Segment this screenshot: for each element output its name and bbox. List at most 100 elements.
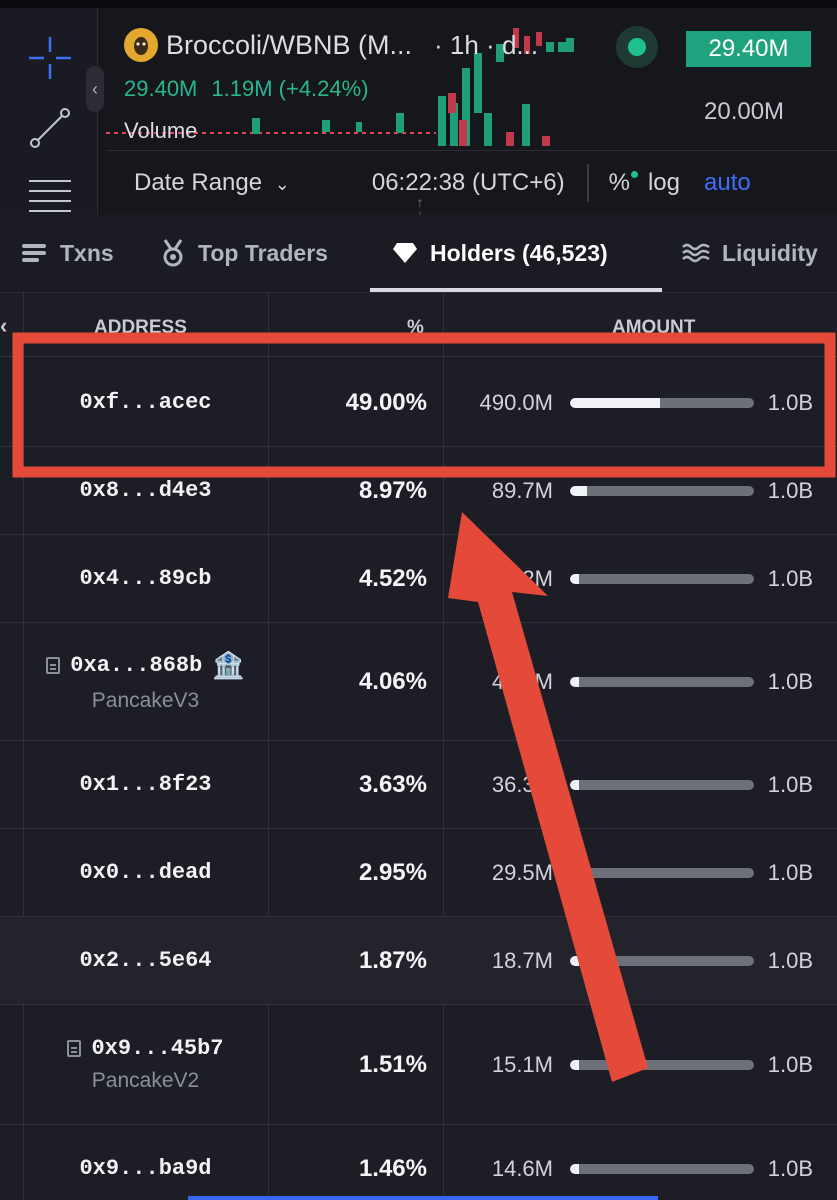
token-logo xyxy=(124,28,158,62)
holding-bar xyxy=(570,955,754,966)
holding-bar-fill xyxy=(570,1163,580,1174)
drawing-toolbar xyxy=(0,8,98,215)
total-supply: 1.0B xyxy=(767,1051,813,1077)
active-tab-indicator xyxy=(370,288,662,292)
interval-label[interactable]: · 1h · d... xyxy=(434,30,538,61)
holding-bar-fill xyxy=(570,955,580,966)
column-header-percent[interactable]: % xyxy=(407,317,424,339)
holder-percent: 8.97% xyxy=(358,476,427,504)
holder-address[interactable]: 0x9...ba9d xyxy=(79,1156,211,1181)
holder-address[interactable]: 0x9...45b7 xyxy=(91,1036,223,1061)
pair-name[interactable]: Broccoli/WBNB (M... xyxy=(166,30,412,61)
tab-top-traders[interactable]: Top Traders xyxy=(160,215,328,291)
home-indicator xyxy=(188,1196,658,1200)
holding-bar xyxy=(570,573,754,584)
bank-icon: 🏦 xyxy=(212,650,245,680)
log-scale-button[interactable]: log xyxy=(648,169,680,197)
holder-address[interactable]: 0x4...89cb xyxy=(79,566,211,591)
total-supply: 1.0B xyxy=(767,771,813,797)
table-row[interactable]: 0x8...d4e3 8.97% 89.7M 1.0B xyxy=(0,447,837,535)
table-row[interactable]: 0x0...dead 2.95% 29.5M 1.0B xyxy=(0,829,837,917)
list-icon xyxy=(22,244,46,262)
tab-label: Txns xyxy=(60,239,114,266)
active-dot-icon xyxy=(630,171,638,178)
holder-percent: 2.95% xyxy=(358,858,427,886)
column-header-address[interactable]: ADDRESS xyxy=(94,317,187,339)
percent-label: % xyxy=(608,169,630,196)
holder-amount: 29.5M xyxy=(491,859,553,885)
holding-bar-fill xyxy=(570,779,580,790)
chart-bottom-toolbar: Date Range ⌄ 06:22:38 (UTC+6) % log auto xyxy=(106,150,837,215)
holder-percent: 3.63% xyxy=(358,770,427,798)
contract-icon xyxy=(67,1040,82,1057)
tab-label: Liquidity xyxy=(722,239,818,266)
holder-address[interactable]: 0x0...dead xyxy=(79,860,211,885)
holder-address[interactable]: 0x8...d4e3 xyxy=(79,478,211,503)
holder-address[interactable]: 0xa...868b xyxy=(70,653,202,678)
holder-amount: 45.2M xyxy=(491,565,553,591)
total-supply: 1.0B xyxy=(767,477,813,503)
tab-label: Top Traders xyxy=(198,239,328,266)
holding-bar xyxy=(570,397,754,408)
auto-scale-button[interactable]: auto xyxy=(704,169,751,197)
total-supply: 1.0B xyxy=(767,668,813,694)
date-range-label: Date Range xyxy=(134,169,263,196)
holder-percent: 1.87% xyxy=(358,946,427,974)
total-supply: 1.0B xyxy=(767,389,813,415)
toolbar-divider xyxy=(586,164,589,202)
date-range-button[interactable]: Date Range ⌄ xyxy=(134,169,290,197)
holder-amount: 14.6M xyxy=(491,1155,553,1181)
volume-label: Volume xyxy=(124,118,198,143)
total-supply: 1.0B xyxy=(767,947,813,973)
fib-lines-icon[interactable] xyxy=(22,166,78,215)
clock-time: 06:22:38 (UTC+6) xyxy=(371,169,565,196)
table-row[interactable]: 0xf...acec 49.00% 490.0M 1.0B xyxy=(0,359,837,447)
price-chart[interactable]: ‹ Broccoli/WBNB (M... · 1h · d... 29.40M… xyxy=(0,0,837,215)
waves-icon xyxy=(682,243,710,263)
table-row[interactable]: 0xa...868b 🏦 PancakeV3 4.06% 40.6M 1.0B xyxy=(0,623,837,741)
table-row[interactable]: 0x2...5e64 1.87% 18.7M 1.0B xyxy=(0,917,837,1005)
holder-percent: 4.06% xyxy=(358,667,427,695)
column-header-amount[interactable]: AMOUNT xyxy=(612,317,695,339)
price-stats: 29.40M 1.19M (+4.24%) xyxy=(124,76,369,102)
holder-address[interactable]: 0x2...5e64 xyxy=(79,948,211,973)
collapse-toolbar-button[interactable]: ‹ xyxy=(86,66,104,112)
holder-percent: 1.51% xyxy=(358,1050,427,1078)
holder-amount: 490.0M xyxy=(479,389,553,415)
holder-label: PancakeV3 xyxy=(91,689,200,712)
holding-bar xyxy=(570,1059,754,1070)
holding-bar xyxy=(570,676,754,687)
diamond-icon xyxy=(393,243,417,263)
total-supply: 1.0B xyxy=(767,1155,813,1181)
holder-amount: 36.3M xyxy=(491,771,553,797)
holder-address[interactable]: 0x1...8f23 xyxy=(79,772,211,797)
live-indicator-icon xyxy=(616,26,658,68)
holder-amount: 89.7M xyxy=(491,477,553,503)
table-row[interactable]: 0x1...8f23 3.63% 36.3M 1.0B xyxy=(0,741,837,829)
holders-table: ‹ ADDRESS % AMOUNT 0xf...acec 49.00% 490… xyxy=(0,293,837,1200)
tab-holders[interactable]: Holders (46,523) xyxy=(392,215,608,291)
table-row[interactable]: 0x9...ba9d 1.46% 14.6M 1.0B xyxy=(0,1125,837,1200)
tab-label: Holders (46,523) xyxy=(430,239,608,266)
chevron-left-icon[interactable]: ‹ xyxy=(0,313,7,339)
tab-liquidity[interactable]: Liquidity xyxy=(682,215,818,291)
percent-scale-button[interactable]: % xyxy=(608,169,638,197)
tab-bar: Txns Top Traders Holders (46,523) Liquid… xyxy=(0,215,837,293)
holding-bar-fill xyxy=(570,397,661,408)
holder-amount: 18.7M xyxy=(491,947,553,973)
crosshair-icon[interactable] xyxy=(22,30,78,86)
chart-canvas[interactable]: Broccoli/WBNB (M... · 1h · d... 29.40M 1… xyxy=(106,8,837,150)
price-axis-label: 20.00M xyxy=(704,98,785,125)
tab-txns[interactable]: Txns xyxy=(22,215,114,291)
holder-address[interactable]: 0xf...acec xyxy=(79,390,211,415)
holder-percent: 4.52% xyxy=(358,564,427,592)
table-row[interactable]: 0x9...45b7 PancakeV2 1.51% 15.1M 1.0B xyxy=(0,1005,837,1125)
holder-percent: 49.00% xyxy=(345,388,427,416)
table-row[interactable]: 0x4...89cb 4.52% 45.2M 1.0B xyxy=(0,535,837,623)
holding-bar-fill xyxy=(570,867,580,878)
stat-value: 29.40M xyxy=(124,76,198,101)
chevron-left-icon: ‹ xyxy=(92,78,98,99)
trend-line-icon[interactable] xyxy=(22,100,78,156)
holding-bar-fill xyxy=(570,1059,580,1070)
holding-bar xyxy=(570,1163,754,1174)
